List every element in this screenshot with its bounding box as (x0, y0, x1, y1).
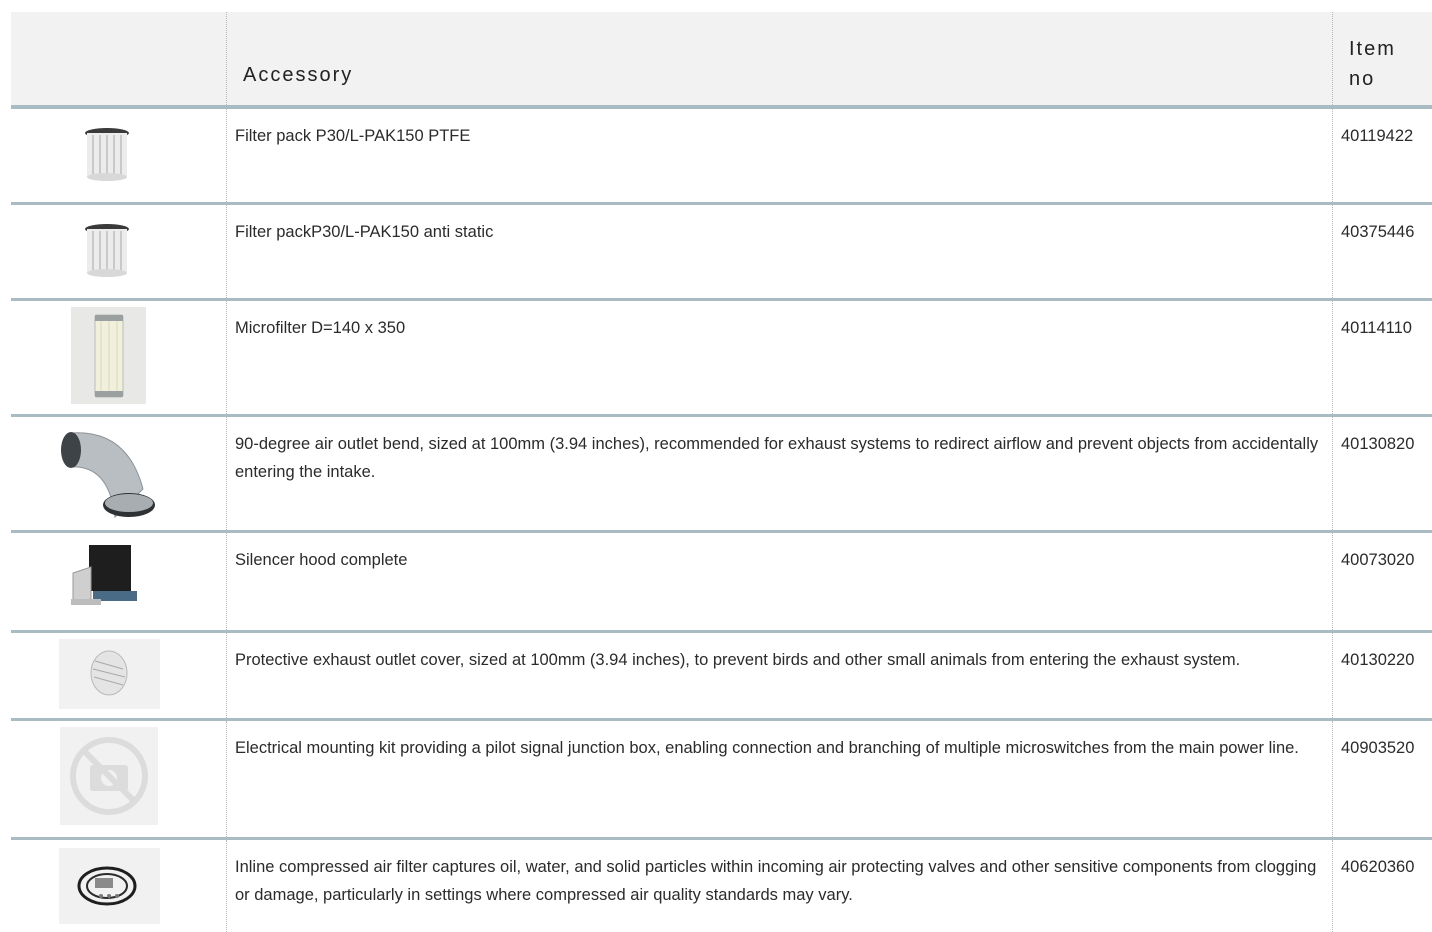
row-item-number: 40375446 (1341, 223, 1415, 241)
row-image-cell (11, 633, 227, 718)
table-row: Inline compressed air filter captures oi… (11, 840, 1432, 932)
microfilter-icon (71, 307, 146, 404)
row-item-number: 40130820 (1341, 435, 1415, 453)
row-item-number: 40114110 (1341, 319, 1412, 337)
table-row: Protective exhaust outlet cover, sized a… (11, 633, 1432, 721)
table-row: Silencer hood complete 40073020 (11, 533, 1432, 633)
row-item-number: 40119422 (1341, 127, 1414, 145)
header-accessory: Accessory (227, 12, 1333, 105)
table-row: Filter packP30/L-PAK150 anti static 4037… (11, 205, 1432, 301)
header-accessory-label: Accessory (243, 64, 354, 86)
table-row: Electrical mounting kit providing a pilo… (11, 721, 1432, 840)
row-description: Silencer hood complete (227, 533, 1333, 630)
row-image-cell (11, 721, 227, 837)
silencer-hood-icon (71, 545, 137, 605)
table-row: Microfilter D=140 x 350 40114110 (11, 301, 1432, 417)
no-image-icon (60, 727, 158, 825)
table-row: Filter pack P30/L-PAK150 PTFE 40119422 (11, 109, 1432, 205)
row-description: Electrical mounting kit providing a pilo… (227, 721, 1333, 837)
filter-pack-icon (85, 128, 129, 181)
row-description: Filter packP30/L-PAK150 anti static (227, 205, 1333, 298)
row-description: Inline compressed air filter captures oi… (227, 840, 1333, 932)
accessory-table: Accessory Item no Filter pack P30/L-PAK1… (11, 12, 1432, 932)
row-image-cell (11, 417, 227, 530)
filter-pack-icon (85, 224, 129, 277)
row-image-cell (11, 840, 227, 932)
row-item-number: 40073020 (1341, 551, 1415, 569)
table-row: 90-degree air outlet bend, sized at 100m… (11, 417, 1432, 533)
row-description: Filter pack P30/L-PAK150 PTFE (227, 109, 1333, 202)
row-description: Microfilter D=140 x 350 (227, 301, 1333, 414)
row-image-cell (11, 205, 227, 298)
header-item-no-label: Item no (1349, 38, 1396, 90)
row-image-cell (11, 109, 227, 202)
row-description: Protective exhaust outlet cover, sized a… (227, 633, 1333, 718)
row-item-number: 40620360 (1341, 858, 1415, 876)
row-item-number: 40903520 (1341, 739, 1415, 757)
row-item-number: 40130220 (1341, 651, 1415, 669)
header-image-column (11, 12, 227, 105)
outlet-bend-icon (61, 432, 155, 519)
row-description: 90-degree air outlet bend, sized at 100m… (227, 417, 1333, 530)
row-image-cell (11, 301, 227, 414)
table-header: Accessory Item no (11, 12, 1432, 109)
row-image-cell (11, 533, 227, 630)
outlet-cover-icon (59, 639, 160, 709)
header-item-no: Item no (1333, 12, 1432, 105)
air-filter-kit-icon (59, 848, 160, 924)
